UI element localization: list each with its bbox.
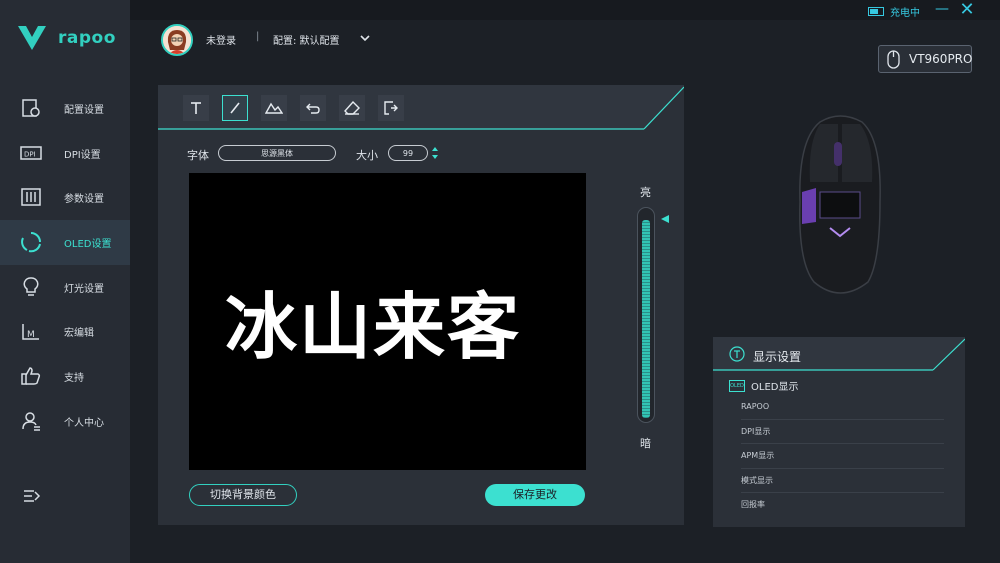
svg-text:DPI: DPI bbox=[24, 150, 36, 158]
title-bar: 充电中 — ✕ bbox=[130, 0, 1000, 20]
sidebar-item-label: DPI设置 bbox=[64, 149, 101, 161]
brightness-thumb-icon[interactable] bbox=[660, 209, 670, 223]
pen-icon bbox=[230, 102, 240, 114]
main-area: 充电中 — ✕ 未登录 | 配置: 默认配置 VT960PRO 字体 思源黑体 … bbox=[130, 0, 1000, 563]
v-logo-icon bbox=[18, 26, 46, 50]
config-icon bbox=[20, 97, 42, 119]
mouse-icon bbox=[885, 48, 903, 70]
display-panel-header-bg bbox=[713, 337, 965, 371]
oled-badge-icon: OLED bbox=[729, 379, 745, 392]
export-icon bbox=[384, 101, 398, 115]
export-tool-button[interactable] bbox=[378, 95, 404, 121]
sidebar-item-label: 支持 bbox=[64, 373, 84, 385]
mountain-icon bbox=[265, 102, 283, 114]
mouse-image bbox=[799, 115, 881, 294]
brightness-low-label: 暗 bbox=[640, 437, 651, 450]
sidebar-item-label: 灯光设置 bbox=[64, 283, 104, 295]
chevron-down-icon[interactable] bbox=[358, 30, 372, 44]
rapoo-logo: rapoo bbox=[16, 24, 116, 52]
bulb-icon bbox=[20, 276, 42, 298]
charging-status: 充电中 bbox=[868, 4, 920, 19]
sliders-icon bbox=[20, 186, 42, 208]
undo-tool-button[interactable] bbox=[300, 95, 326, 121]
sidebar: rapoo 配置设置 DPI DPI设置 参数设置 OLED设置 灯光设置 M … bbox=[0, 0, 130, 563]
close-button[interactable]: ✕ bbox=[959, 1, 975, 19]
logo-text: rapoo bbox=[58, 28, 116, 48]
device-badge[interactable]: VT960PRO bbox=[878, 45, 972, 73]
size-input[interactable]: 99 bbox=[388, 145, 428, 161]
dpi-icon: DPI bbox=[20, 142, 42, 164]
oled-editor-panel: 字体 思源黑体 大小 99 冰山来客 亮 暗 切换背景颜色 保存更改 bbox=[158, 85, 684, 525]
device-name: VT960PRO bbox=[909, 52, 973, 66]
brightness-fill bbox=[642, 220, 650, 418]
sidebar-item-macro[interactable]: M 宏编辑 bbox=[0, 309, 130, 354]
config-selector[interactable]: 配置: 默认配置 bbox=[273, 32, 340, 47]
svg-text:M: M bbox=[27, 330, 35, 340]
sidebar-item-config[interactable]: 配置设置 bbox=[0, 86, 130, 131]
oled-icon bbox=[20, 231, 42, 253]
size-label: 大小 bbox=[356, 149, 378, 162]
text-tool-button[interactable] bbox=[183, 95, 209, 121]
sidebar-item-label: 参数设置 bbox=[64, 194, 104, 206]
sidebar-nav: 配置设置 DPI DPI设置 参数设置 OLED设置 灯光设置 M 宏编辑 支持… bbox=[0, 86, 130, 444]
sidebar-item-lighting[interactable]: 灯光设置 bbox=[0, 265, 130, 310]
sidebar-item-label: 宏编辑 bbox=[64, 328, 94, 340]
minimize-button[interactable]: — bbox=[934, 2, 950, 18]
sidebar-item-params[interactable]: 参数设置 bbox=[0, 175, 130, 220]
sidebar-item-label: 配置设置 bbox=[64, 105, 104, 116]
pen-tool-button[interactable] bbox=[222, 95, 248, 121]
thumbs-up-icon bbox=[20, 365, 42, 387]
display-option-mode[interactable]: 模式显示 bbox=[741, 469, 944, 493]
sidebar-item-label: OLED设置 bbox=[64, 239, 112, 251]
eraser-icon bbox=[344, 101, 360, 115]
display-option-apm[interactable]: APM显示 bbox=[741, 444, 944, 469]
sidebar-item-profile[interactable]: 个人中心 bbox=[0, 399, 130, 444]
eraser-tool-button[interactable] bbox=[339, 95, 365, 121]
undo-icon bbox=[306, 103, 320, 114]
oled-display-section: OLED OLED显示 bbox=[729, 378, 798, 393]
display-option-dpi[interactable]: DPI显示 bbox=[741, 420, 944, 444]
display-settings-title: 显示设置 bbox=[753, 350, 802, 364]
text-icon bbox=[191, 102, 201, 114]
oled-canvas[interactable]: 冰山来客 bbox=[189, 173, 586, 470]
header-separator: | bbox=[256, 31, 260, 42]
font-label: 字体 bbox=[187, 149, 209, 162]
display-option-polling-rate[interactable]: 回报率 bbox=[741, 493, 944, 517]
display-options-list: RAPOO DPI显示 APM显示 模式显示 回报率 bbox=[741, 395, 944, 517]
display-option-rapoo[interactable]: RAPOO bbox=[741, 395, 944, 420]
sidebar-item-oled[interactable]: OLED设置 bbox=[0, 220, 130, 265]
sidebar-item-label: 个人中心 bbox=[64, 417, 104, 429]
save-button[interactable]: 保存更改 bbox=[485, 484, 585, 506]
login-status[interactable]: 未登录 bbox=[206, 32, 236, 47]
section-label: OLED显示 bbox=[751, 382, 799, 393]
sidebar-item-dpi[interactable]: DPI DPI设置 bbox=[0, 131, 130, 176]
avatar[interactable] bbox=[161, 24, 193, 56]
brightness-high-label: 亮 bbox=[640, 186, 651, 199]
charging-label: 充电中 bbox=[890, 8, 920, 19]
switch-background-button[interactable]: 切换背景颜色 bbox=[189, 484, 297, 506]
brightness-slider[interactable] bbox=[637, 207, 655, 423]
display-settings-panel: 显示设置 OLED OLED显示 RAPOO DPI显示 APM显示 模式显示 … bbox=[713, 337, 965, 527]
collapse-sidebar-icon[interactable] bbox=[22, 486, 42, 506]
font-select[interactable]: 思源黑体 bbox=[218, 145, 336, 161]
image-tool-button[interactable] bbox=[261, 95, 287, 121]
canvas-text: 冰山来客 bbox=[225, 285, 522, 369]
sidebar-item-support[interactable]: 支持 bbox=[0, 354, 130, 399]
user-icon bbox=[20, 410, 42, 432]
battery-icon bbox=[868, 7, 884, 16]
macro-icon: M bbox=[20, 320, 42, 342]
text-circle-icon bbox=[729, 346, 745, 362]
size-stepper-icon[interactable] bbox=[431, 145, 439, 161]
